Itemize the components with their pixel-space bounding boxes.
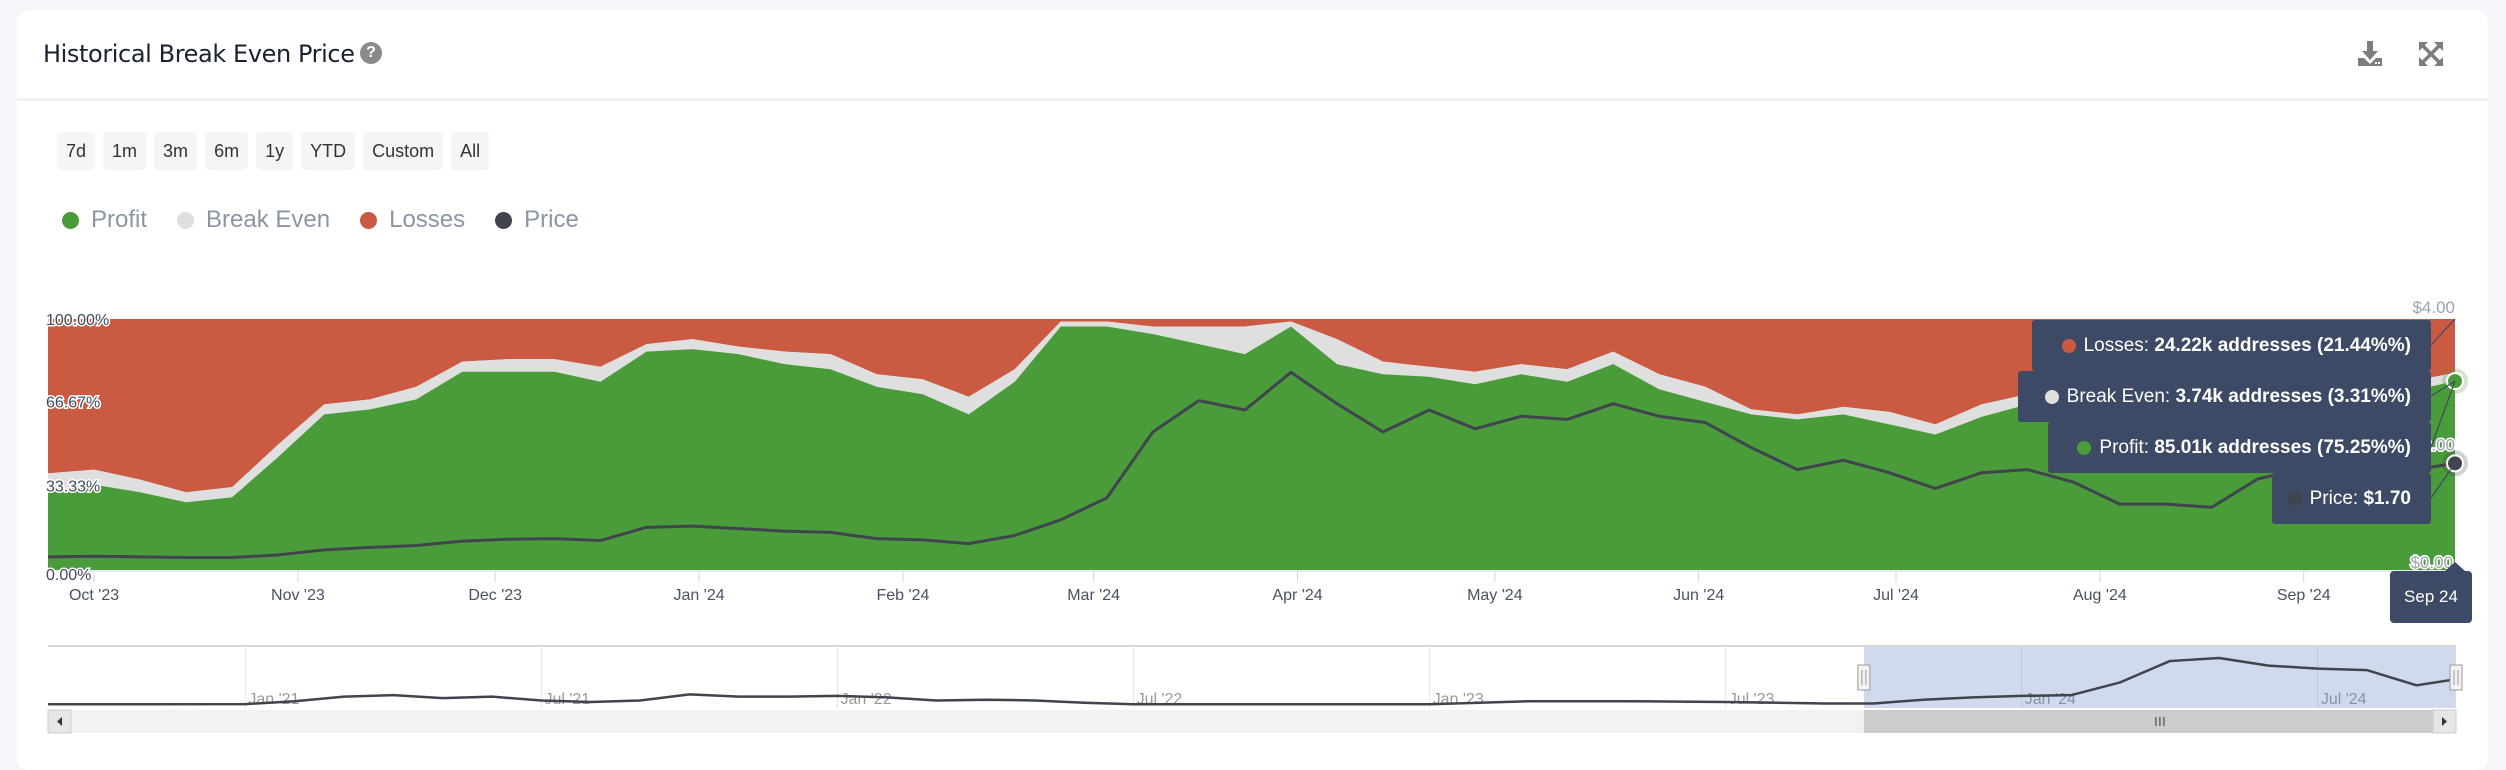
tooltip-label-losses: Losses: (2083, 334, 2155, 356)
tooltip-date-label: Sep 24 (2390, 571, 2472, 623)
navigator-tick-label: Jan '21 (248, 691, 299, 708)
x-tick-label: Apr '24 (1272, 587, 1322, 604)
x-tick-label: Oct '23 (69, 587, 119, 604)
tooltip-price: Price: $1.70 (2272, 473, 2431, 524)
tooltip-break-even: Break Even: 3.74k addresses (3.31%%) (2018, 371, 2431, 422)
y-right-tick-label: $0.00 (2410, 553, 2453, 572)
x-tick-label: Aug '24 (2073, 587, 2127, 604)
tooltip-label-price: Price: (2309, 487, 2364, 509)
tooltip-dot-price (2287, 491, 2302, 506)
handle-grip (2449, 664, 2463, 691)
tooltip-losses: Losses: 24.22k addresses (21.44%%) (2032, 320, 2431, 371)
tooltip-label-break-even: Break Even: (2066, 385, 2176, 407)
tooltip-value-losses: 24.22k addresses (21.44%%) (2154, 334, 2411, 356)
x-tick-label: Dec '23 (468, 587, 522, 604)
x-tick-label: Sep '24 (2277, 587, 2331, 604)
y-left-tick-label: 0.00% (46, 567, 91, 584)
tooltip-dot-losses (2061, 338, 2076, 353)
tooltip-dot-break-even (2044, 389, 2059, 404)
tooltip-profit: Profit: 85.01k addresses (75.25%%) (2048, 422, 2431, 473)
x-tick-label: Mar '24 (1067, 587, 1120, 604)
x-tick-label: Jan '24 (674, 587, 725, 604)
x-tick-label: Jun '24 (1673, 587, 1724, 604)
navigator-tick-label: Jan '23 (1433, 691, 1484, 708)
navigator-tick-label: Jan '22 (841, 691, 892, 708)
y-left-tick-label: 33.33% (46, 478, 100, 495)
x-tick-label: Feb '24 (877, 587, 930, 604)
tooltip-value-price: $1.70 (2363, 487, 2411, 509)
x-tick-label: Jul '24 (1873, 587, 1919, 604)
tooltip-value-break-even: 3.74k addresses (3.31%%) (2175, 385, 2411, 407)
y-left-tick-label: 100.00% (46, 312, 109, 329)
navigator-handle-right[interactable] (2449, 664, 2463, 691)
y-left-tick-label: 66.67% (46, 395, 100, 412)
tooltip-dot-profit (2077, 440, 2092, 455)
navigator-handle-left[interactable] (1857, 664, 1871, 691)
navigator-tick-label: Jul '21 (544, 691, 590, 708)
tooltip-value-profit: 85.01k addresses (75.25%%) (2154, 436, 2411, 458)
x-tick-label: May '24 (1467, 587, 1523, 604)
y-right-tick-label: $4.00 (2412, 298, 2455, 317)
navigator-tick-label: Jul '23 (1729, 691, 1775, 708)
handle-grip (1857, 664, 1871, 691)
tooltip-label-profit: Profit: (2099, 436, 2155, 458)
x-tick-label: Nov '23 (271, 587, 325, 604)
